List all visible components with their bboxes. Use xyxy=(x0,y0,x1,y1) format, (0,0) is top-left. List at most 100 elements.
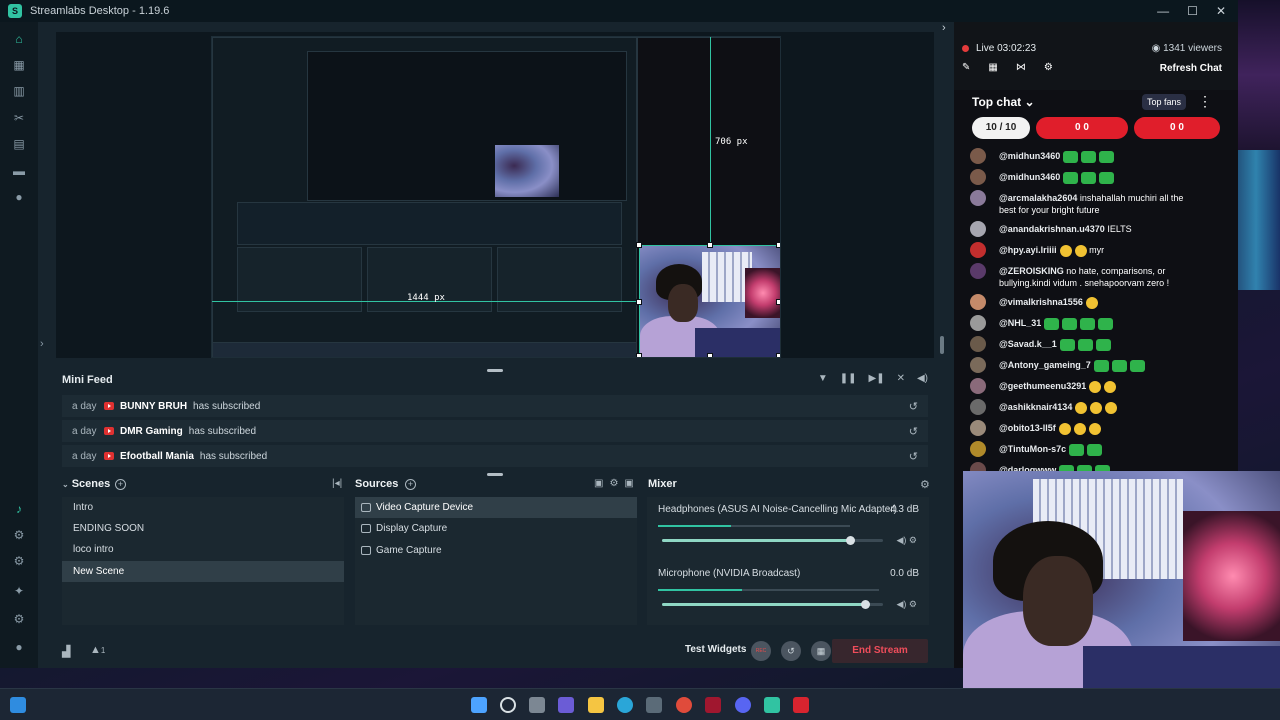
volume-slider[interactable] xyxy=(662,600,883,609)
add-scene-button[interactable]: + xyxy=(115,479,126,490)
feed-row[interactable]: a day Efootball Mania has subscribed ↺ xyxy=(62,445,928,467)
more-options-icon[interactable]: ⋮ xyxy=(1198,93,1212,110)
volume-slider[interactable] xyxy=(662,536,883,545)
likes-pill[interactable]: 0 0 xyxy=(1036,117,1128,139)
selected-webcam-source[interactable] xyxy=(639,245,780,357)
pause-icon[interactable]: ❚❚ xyxy=(840,373,857,384)
collapse-scenes-icon[interactable]: |◂| xyxy=(332,478,342,489)
resize-handle-br[interactable] xyxy=(776,353,780,357)
add-source-button[interactable]: + xyxy=(405,479,416,490)
settings-icon[interactable]: ⚙ xyxy=(12,612,26,626)
chrome-icon[interactable] xyxy=(676,697,692,713)
integrations-icon[interactable]: ⚙ xyxy=(12,554,26,568)
dashboard-icon[interactable]: ▥ xyxy=(12,84,26,98)
resize-handle-r[interactable] xyxy=(776,299,780,305)
chat-username[interactable]: @ashikknair4134 xyxy=(999,402,1072,412)
chat-username[interactable]: @vimalkrishna1556 xyxy=(999,297,1083,307)
connect-icon[interactable]: ⚙ xyxy=(12,528,26,542)
resize-handle-b[interactable] xyxy=(707,353,713,357)
test-widgets-button[interactable]: Test Widgets xyxy=(685,644,746,655)
mute-settings-icons[interactable]: ◀) ⚙ xyxy=(897,599,918,610)
minimize-button[interactable]: — xyxy=(1157,4,1169,18)
record-button[interactable]: REC xyxy=(751,641,771,661)
resize-handle-bl[interactable] xyxy=(636,353,642,357)
preview-scrollbar[interactable] xyxy=(940,336,944,354)
performance-icon[interactable]: ▟ xyxy=(62,645,70,658)
highlighter-icon[interactable]: ▬ xyxy=(12,164,26,178)
chat-tools-icons[interactable]: ✎▦⋈⚙ xyxy=(962,62,1071,73)
chat-username[interactable]: @arcmalakha2604 xyxy=(999,193,1077,203)
collapse-chat-chevron-icon[interactable]: › xyxy=(942,22,946,34)
chat-username[interactable]: @anandakrishnan.u4370 xyxy=(999,224,1105,234)
chat-username[interactable]: @ZEROISKING xyxy=(999,266,1064,276)
mixer-settings-icon[interactable]: ⚙ xyxy=(920,478,930,491)
record-icon[interactable]: ● xyxy=(12,190,26,204)
schedule-button[interactable]: ▦ xyxy=(811,641,831,661)
task-view-icon[interactable] xyxy=(10,697,26,713)
chat-username[interactable]: @Savad.k__1 xyxy=(999,339,1057,349)
magic-icon[interactable]: ✦ xyxy=(12,584,26,598)
scene-item-new-scene[interactable]: New Scene xyxy=(62,561,344,582)
app-red-icon[interactable] xyxy=(793,697,809,713)
replay-buffer-button[interactable]: ↺ xyxy=(781,641,801,661)
davinci-icon[interactable] xyxy=(705,697,721,713)
source-item-game-capture[interactable]: Game Capture xyxy=(355,540,637,561)
chat-username[interactable]: @Antony_gameing_7 xyxy=(999,360,1091,370)
chat-username[interactable]: @geethumeenu3291 xyxy=(999,381,1086,391)
discord-icon[interactable] xyxy=(735,697,751,713)
feed-row[interactable]: a day DMR Gaming has subscribed ↺ xyxy=(62,420,928,442)
feed-row[interactable]: a day BUNNY BRUH has subscribed ↺ xyxy=(62,395,928,417)
tiktok-icon[interactable]: ♪ xyxy=(12,502,26,516)
source-item-display-capture[interactable]: Display Capture xyxy=(355,518,637,539)
chat-mode-dropdown[interactable]: Top chat ⌄ xyxy=(972,95,1035,109)
top-fans-button[interactable]: Top fans xyxy=(1141,94,1186,110)
scene-item-intro[interactable]: Intro xyxy=(62,497,344,518)
skip-icon[interactable]: ▶❚ xyxy=(869,373,885,384)
themes-icon[interactable]: ✂ xyxy=(12,111,26,125)
mute-alerts-icon[interactable]: ✕ xyxy=(897,373,905,384)
replay-icon[interactable]: ↺ xyxy=(909,400,918,413)
chat-message-list[interactable]: @midhun3460 @midhun3460 @arcmalakha2604 in… xyxy=(954,146,1238,496)
taskview-icon[interactable] xyxy=(529,697,545,713)
preview-canvas[interactable]: 1444 px 706 px xyxy=(211,36,781,358)
refresh-chat-button[interactable]: Refresh Chat xyxy=(1160,63,1222,74)
chat-username[interactable]: @TintuMon-s7c xyxy=(999,444,1066,454)
scene-item-loco-intro[interactable]: loco intro xyxy=(62,539,344,560)
layout-icon[interactable]: ▦ xyxy=(12,58,26,72)
edge-icon[interactable] xyxy=(617,697,633,713)
search-icon[interactable] xyxy=(500,697,516,713)
replay-icon[interactable]: ↺ xyxy=(909,450,918,463)
start-icon[interactable] xyxy=(471,697,487,713)
scene-item-ending-soon[interactable]: ENDING SOON xyxy=(62,518,344,539)
expand-left-chevron-icon[interactable]: › xyxy=(40,338,44,350)
chat-username[interactable]: @hpy.ayi.lriiii xyxy=(999,245,1057,255)
studio-icon[interactable]: ⌂ xyxy=(12,32,26,46)
resize-handle-tr[interactable] xyxy=(776,242,780,248)
chat-username[interactable]: @NHL_31 xyxy=(999,318,1041,328)
streamlabs-taskbar-icon[interactable] xyxy=(764,697,780,713)
store-icon[interactable]: ▤ xyxy=(12,137,26,151)
profile-icon[interactable]: ● xyxy=(12,640,26,654)
source-tools-icons[interactable]: ▣⚙▣ xyxy=(594,478,640,489)
chat-username[interactable]: @midhun3460 xyxy=(999,151,1060,161)
chat-username[interactable]: @obito13-ll5f xyxy=(999,423,1056,433)
chat-app-icon[interactable] xyxy=(558,697,574,713)
resize-handle-t[interactable] xyxy=(707,242,713,248)
dock-resize-handle[interactable] xyxy=(487,473,503,476)
chat-username[interactable]: @midhun3460 xyxy=(999,172,1060,182)
end-stream-button[interactable]: End Stream xyxy=(832,639,928,663)
replay-icon[interactable]: ↺ xyxy=(909,425,918,438)
file-explorer-icon[interactable] xyxy=(588,697,604,713)
store-app-icon[interactable] xyxy=(646,697,662,713)
superchat-pill[interactable]: 0 0 xyxy=(1134,117,1220,139)
poll-pill[interactable]: 10 / 10 xyxy=(972,117,1030,139)
close-button[interactable]: ✕ xyxy=(1216,4,1226,18)
resize-handle-tl[interactable] xyxy=(636,242,642,248)
alert-icon[interactable]: ▲1 xyxy=(90,644,105,656)
source-item-video-capture[interactable]: Video Capture Device xyxy=(355,497,637,518)
maximize-button[interactable]: ☐ xyxy=(1187,4,1198,18)
mute-settings-icons[interactable]: ◀) ⚙ xyxy=(897,535,918,546)
volume-icon[interactable]: ◀) xyxy=(917,373,928,384)
filter-icon[interactable]: ▼ xyxy=(818,373,828,384)
resize-handle-l[interactable] xyxy=(636,299,642,305)
